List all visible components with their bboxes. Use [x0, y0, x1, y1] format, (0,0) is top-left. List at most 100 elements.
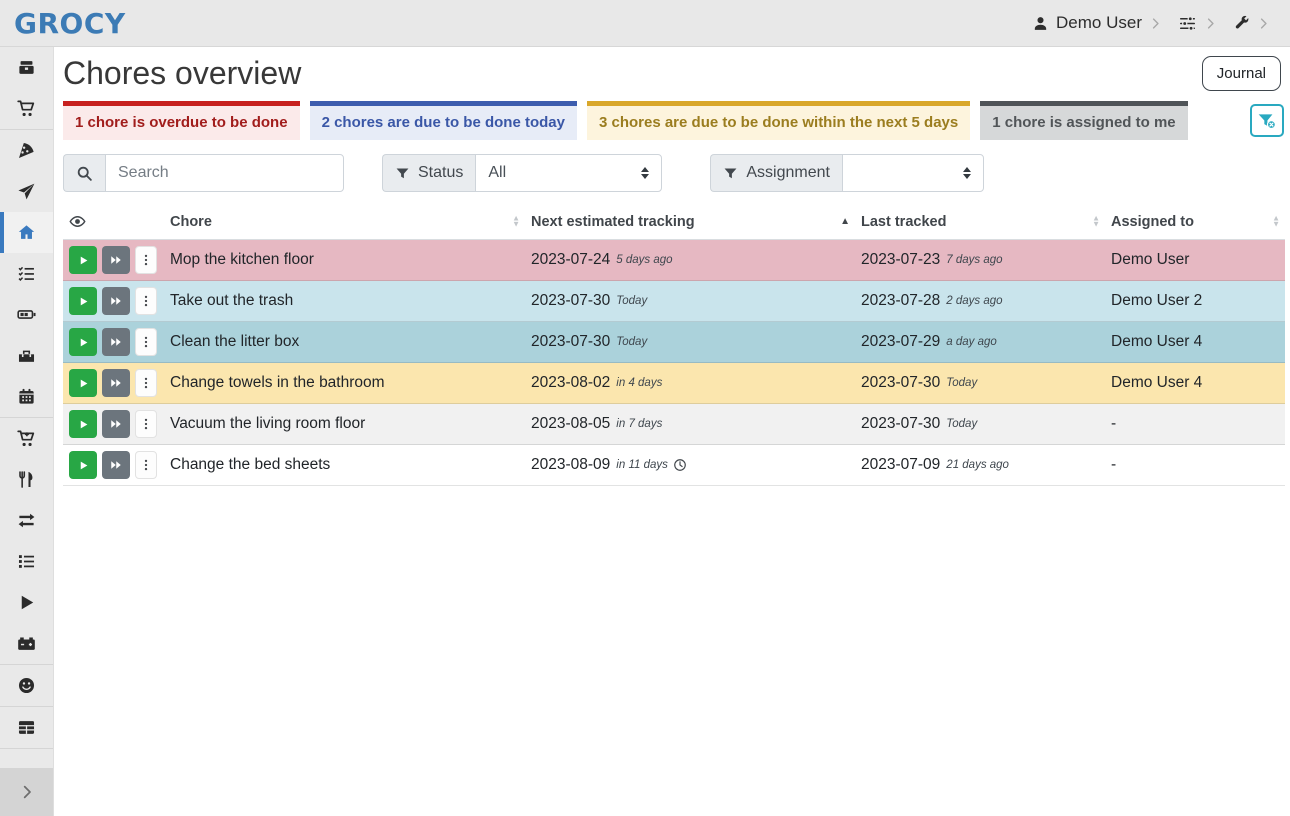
- smiley-icon: [17, 676, 36, 695]
- fast-forward-icon: [110, 459, 122, 471]
- battery-icon: [17, 305, 36, 324]
- user-icon: [1032, 15, 1049, 32]
- sidebar-item-tasks[interactable]: [0, 253, 53, 294]
- sidebar-item-box[interactable]: [0, 47, 53, 88]
- clear-filters-button[interactable]: [1250, 104, 1284, 137]
- banner-due-soon[interactable]: 3 chores are due to be done within the n…: [587, 101, 970, 140]
- pizza-slice-icon: [17, 141, 36, 160]
- grocy-logo[interactable]: GROCY: [14, 7, 126, 40]
- next-tracking-cell: 2023-08-05in 7 days: [525, 404, 855, 445]
- skip-chore-button[interactable]: [102, 287, 130, 315]
- sidebar-item-pizza-slice[interactable]: [0, 130, 53, 171]
- play-icon: [78, 255, 89, 266]
- row-menu-button[interactable]: [135, 451, 157, 479]
- admin-menu[interactable]: [1233, 15, 1270, 32]
- banner-overdue[interactable]: 1 chore is overdue to be done: [63, 101, 300, 140]
- assigned-to-cell: Demo User: [1105, 240, 1285, 281]
- chevron-right-icon: [1257, 17, 1270, 30]
- column-header-next-estimated-tracking[interactable]: Next estimated tracking▲: [525, 204, 855, 240]
- skip-chore-button[interactable]: [102, 246, 130, 274]
- sidebar-item-smiley[interactable]: [0, 665, 53, 706]
- table-row: Clean the litter box 2023-07-30Today 202…: [63, 322, 1285, 363]
- table-header-row: Chore▲▼Next estimated tracking▲Last trac…: [63, 204, 1285, 240]
- column-header-last-tracked[interactable]: Last tracked▲▼: [855, 204, 1105, 240]
- chore-name-cell: Vacuum the living room floor: [164, 404, 525, 445]
- sidebar-item-play[interactable]: [0, 582, 53, 623]
- table-row: Mop the kitchen floor 2023-07-245 days a…: [63, 240, 1285, 281]
- chore-name-cell: Change towels in the bathroom: [164, 363, 525, 404]
- exchange-icon: [17, 511, 36, 530]
- status-select-value: All: [488, 164, 506, 182]
- column-header-assigned-to[interactable]: Assigned to▲▼: [1105, 204, 1285, 240]
- search-input[interactable]: [105, 154, 344, 192]
- sidebar-item-home[interactable]: [0, 212, 53, 253]
- sort-asc-icon: ▲: [840, 217, 850, 227]
- sidebar-item-calendar[interactable]: [0, 376, 53, 417]
- sidebar: [0, 47, 54, 816]
- assignment-select[interactable]: [842, 154, 984, 192]
- row-menu-button[interactable]: [135, 287, 157, 315]
- skip-chore-button[interactable]: [102, 328, 130, 356]
- track-chore-button[interactable]: [69, 369, 97, 397]
- track-chore-button[interactable]: [69, 246, 97, 274]
- assigned-to-cell: Demo User 2: [1105, 281, 1285, 322]
- table-row: Take out the trash 2023-07-30Today 2023-…: [63, 281, 1285, 322]
- journal-button[interactable]: Journal: [1202, 56, 1281, 91]
- filter-row: Status All Assignment: [54, 152, 1290, 204]
- sidebar-item-exchange[interactable]: [0, 500, 53, 541]
- sidebar-item-paper-plane[interactable]: [0, 171, 53, 212]
- skip-chore-button[interactable]: [102, 410, 130, 438]
- sidebar-item-car-battery[interactable]: [0, 623, 53, 664]
- track-chore-button[interactable]: [69, 287, 97, 315]
- ellipsis-v-icon: [139, 294, 153, 308]
- track-chore-button[interactable]: [69, 410, 97, 438]
- sidebar-collapse-toggle[interactable]: [0, 768, 53, 816]
- sidebar-item-shopping-cart[interactable]: [0, 88, 53, 129]
- column-header-chore[interactable]: Chore▲▼: [164, 204, 525, 240]
- last-tracked-cell: 2023-07-29a day ago: [855, 322, 1105, 363]
- car-battery-icon: [17, 634, 36, 653]
- row-actions-cell: [63, 404, 164, 445]
- status-select[interactable]: All: [475, 154, 662, 192]
- row-menu-button[interactable]: [135, 369, 157, 397]
- skip-chore-button[interactable]: [102, 451, 130, 479]
- play-icon: [78, 296, 89, 307]
- play-icon: [17, 593, 36, 612]
- page-header: Chores overview Journal: [54, 47, 1290, 97]
- user-menu[interactable]: Demo User: [1032, 13, 1162, 33]
- filter-icon: [395, 166, 410, 181]
- sidebar-item-battery[interactable]: [0, 294, 53, 335]
- sidebar-item-list[interactable]: [0, 541, 53, 582]
- chore-name-cell: Take out the trash: [164, 281, 525, 322]
- fast-forward-icon: [110, 377, 122, 389]
- track-chore-button[interactable]: [69, 328, 97, 356]
- row-actions-cell: [63, 445, 164, 486]
- utensils-icon: [17, 470, 36, 489]
- assigned-to-cell: -: [1105, 445, 1285, 486]
- sort-icon: ▲▼: [1092, 215, 1100, 228]
- banner-assigned-me[interactable]: 1 chore is assigned to me: [980, 101, 1187, 140]
- top-navbar: GROCY Demo User: [0, 0, 1290, 47]
- settings-menu[interactable]: [1178, 14, 1217, 33]
- sidebar-item-table[interactable]: [0, 707, 53, 748]
- home-icon: [17, 223, 36, 242]
- assigned-to-cell: -: [1105, 404, 1285, 445]
- sidebar-item-toolbox[interactable]: [0, 335, 53, 376]
- skip-chore-button[interactable]: [102, 369, 130, 397]
- chevron-right-icon: [1204, 17, 1217, 30]
- chore-name-cell: Change the bed sheets: [164, 445, 525, 486]
- banner-due-today[interactable]: 2 chores are due to be done today: [310, 101, 577, 140]
- chore-name-cell: Mop the kitchen floor: [164, 240, 525, 281]
- sidebar-item-utensils[interactable]: [0, 459, 53, 500]
- play-icon: [78, 378, 89, 389]
- next-tracking-cell: 2023-07-245 days ago: [525, 240, 855, 281]
- sidebar-item-cart-plus[interactable]: [0, 418, 53, 459]
- filter-icon: [723, 166, 738, 181]
- row-menu-button[interactable]: [135, 246, 157, 274]
- row-menu-button[interactable]: [135, 410, 157, 438]
- track-chore-button[interactable]: [69, 451, 97, 479]
- sort-icon: ▲▼: [512, 215, 520, 228]
- visibility-column-header: [63, 204, 164, 240]
- play-icon: [78, 460, 89, 471]
- row-menu-button[interactable]: [135, 328, 157, 356]
